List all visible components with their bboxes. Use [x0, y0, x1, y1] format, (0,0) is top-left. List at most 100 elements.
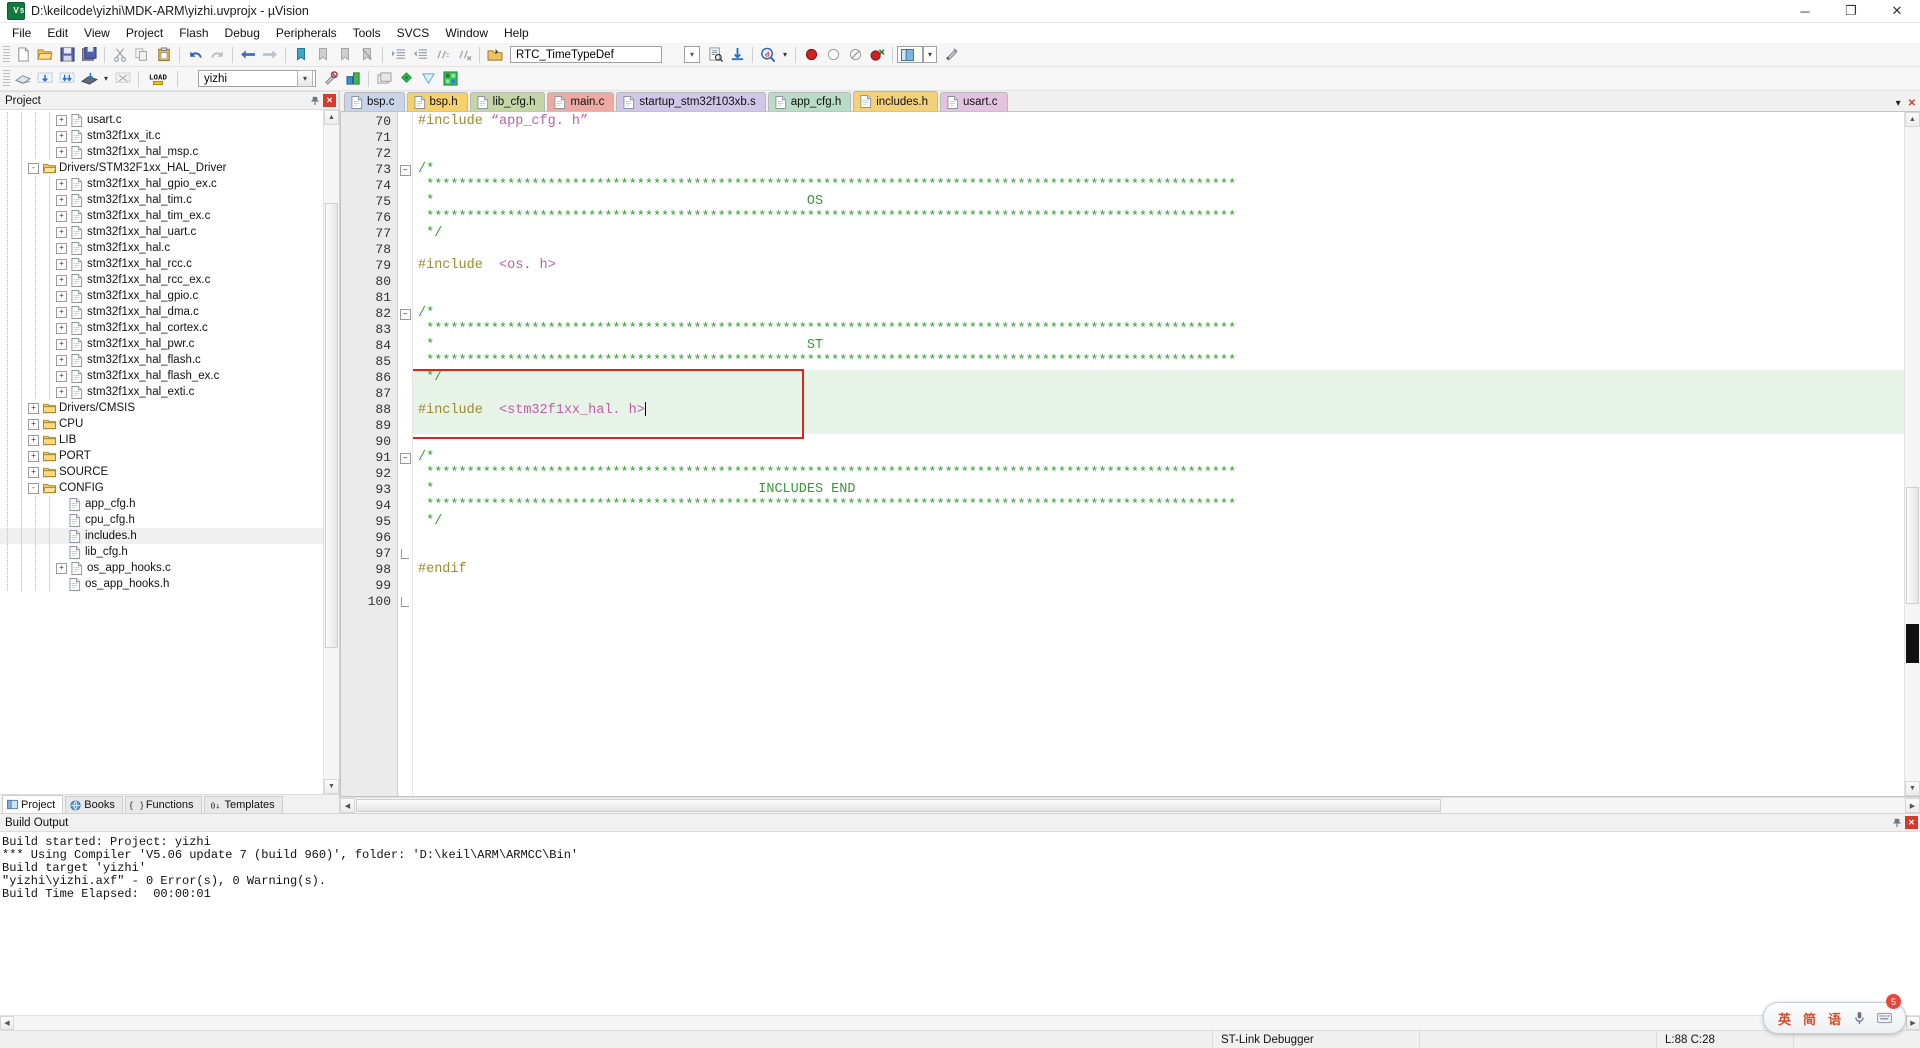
- tree-item-stm32f1xx-hal-pwr-c[interactable]: + stm32f1xx_hal_pwr.c: [0, 336, 323, 352]
- tree-item-drivers-cmsis[interactable]: + Drivers/CMSIS: [0, 400, 323, 416]
- menu-help[interactable]: Help: [496, 24, 537, 42]
- tree-item-lib-cfg-h[interactable]: lib_cfg.h: [0, 544, 323, 560]
- window-split-icon[interactable]: [373, 69, 395, 89]
- tree-item-stm32f1xx-hal-flash-c[interactable]: + stm32f1xx_hal_flash.c: [0, 352, 323, 368]
- symbol-search-input[interactable]: RTC_TimeTypeDef: [516, 49, 659, 61]
- tree-item-drivers-stm32f1xx-hal-driver[interactable]: - Drivers/STM32F1xx_HAL_Driver: [0, 160, 323, 176]
- redo-icon[interactable]: [206, 45, 228, 65]
- project-tree-scrollbar[interactable]: ▲ ▼: [323, 110, 339, 794]
- tree-item-source[interactable]: + SOURCE: [0, 464, 323, 480]
- save-icon[interactable]: [56, 45, 78, 65]
- chevron-down-icon[interactable]: ▾: [297, 70, 313, 87]
- tree-item-lib[interactable]: + LIB: [0, 432, 323, 448]
- tree-item-stm32f1xx-hal-gpio-ex-c[interactable]: + stm32f1xx_hal_gpio_ex.c: [0, 176, 323, 192]
- project-tab-templates[interactable]: 0↓ Templates: [203, 796, 283, 813]
- tree-item-stm32f1xx-hal-dma-c[interactable]: + stm32f1xx_hal_dma.c: [0, 304, 323, 320]
- tree-expander[interactable]: +: [56, 338, 67, 350]
- editor-scroll-left-arrow[interactable]: ◀: [340, 798, 355, 813]
- editor-tab-startup-stm32f103xb-s[interactable]: startup_stm32f103xb.s: [616, 92, 766, 111]
- build-scroll-left-arrow[interactable]: ◀: [0, 1016, 14, 1030]
- keyboard-icon[interactable]: [1874, 1008, 1895, 1029]
- build-hscroll-track[interactable]: [14, 1016, 1906, 1030]
- code-fold-bar[interactable]: − − −: [398, 112, 413, 796]
- tree-expander[interactable]: +: [56, 146, 67, 158]
- ime-key-simplified[interactable]: 简: [1799, 1008, 1820, 1029]
- load-icon[interactable]: LOAD: [143, 69, 173, 89]
- ime-key-language[interactable]: 语: [1824, 1008, 1845, 1029]
- bookmark-next-icon[interactable]: [334, 45, 356, 65]
- editor-horizontal-scrollbar[interactable]: ◀ ▶: [340, 797, 1920, 813]
- tree-item-stm32f1xx-it-c[interactable]: + stm32f1xx_it.c: [0, 128, 323, 144]
- tree-expander[interactable]: +: [56, 562, 67, 574]
- ime-key-english[interactable]: 英: [1774, 1008, 1795, 1029]
- tree-item-usart-c[interactable]: + usart.c: [0, 112, 323, 128]
- tree-expander[interactable]: +: [56, 194, 67, 206]
- breakpoint-kill-all-icon[interactable]: [866, 45, 888, 65]
- editor-tab-bsp-c[interactable]: bsp.c: [344, 92, 405, 111]
- tree-expander[interactable]: +: [28, 402, 39, 414]
- tree-expander[interactable]: +: [56, 386, 67, 398]
- tab-close-icon[interactable]: ✕: [1908, 98, 1916, 109]
- close-icon[interactable]: ✕: [1905, 816, 1918, 829]
- components-icon[interactable]: [417, 69, 439, 89]
- tree-expander[interactable]: -: [28, 482, 39, 494]
- tree-item-stm32f1xx-hal-tim-c[interactable]: + stm32f1xx_hal_tim.c: [0, 192, 323, 208]
- tree-item-stm32f1xx-hal-exti-c[interactable]: + stm32f1xx_hal_exti.c: [0, 384, 323, 400]
- project-tab-books[interactable]: Books: [65, 796, 123, 813]
- tree-expander[interactable]: +: [56, 274, 67, 286]
- editor-tab-main-c[interactable]: main.c: [547, 92, 615, 111]
- tree-expander[interactable]: +: [28, 418, 39, 430]
- target-options-icon[interactable]: [320, 69, 342, 89]
- configure-icon[interactable]: [940, 45, 962, 65]
- editor-hscroll-thumb[interactable]: [356, 799, 1441, 812]
- tree-expander[interactable]: +: [56, 130, 67, 142]
- scroll-up-arrow[interactable]: ▲: [324, 110, 339, 125]
- tree-expander[interactable]: +: [56, 354, 67, 366]
- indent-icon[interactable]: [387, 45, 409, 65]
- tree-expander[interactable]: +: [56, 226, 67, 238]
- translate-icon[interactable]: [12, 69, 34, 89]
- tree-item-stm32f1xx-hal-c[interactable]: + stm32f1xx_hal.c: [0, 240, 323, 256]
- tree-expander[interactable]: +: [56, 370, 67, 382]
- paste-icon[interactable]: [153, 45, 175, 65]
- menu-flash[interactable]: Flash: [171, 24, 216, 42]
- fold-marker[interactable]: −: [398, 450, 412, 466]
- window-layout-combo[interactable]: [897, 46, 923, 63]
- navigate-back-icon[interactable]: [237, 45, 259, 65]
- code-text-area[interactable]: #include “app_cfg. h” /* ***************…: [413, 112, 1904, 796]
- tree-expander[interactable]: +: [56, 178, 67, 190]
- menu-file[interactable]: File: [4, 24, 39, 42]
- scroll-down-arrow[interactable]: ▼: [324, 779, 339, 794]
- editor-vertical-scrollbar[interactable]: ▲ ▼: [1904, 112, 1920, 796]
- menu-window[interactable]: Window: [437, 24, 496, 42]
- insert-bookmark-icon[interactable]: [726, 45, 748, 65]
- window-layout-dropdown[interactable]: ▾: [923, 46, 937, 63]
- bookmark-prev-icon[interactable]: [312, 45, 334, 65]
- minimize-button[interactable]: ─: [1782, 0, 1828, 22]
- tree-item-stm32f1xx-hal-rcc-c[interactable]: + stm32f1xx_hal_rcc.c: [0, 256, 323, 272]
- menu-svcs[interactable]: SVCS: [389, 24, 438, 42]
- toolbar-grip[interactable]: [3, 70, 10, 87]
- microphone-icon[interactable]: [1849, 1008, 1870, 1029]
- breakpoint-icon[interactable]: [800, 45, 822, 65]
- editor-hscroll-track[interactable]: [355, 798, 1905, 813]
- project-tree[interactable]: + usart.c + stm32f1xx_it.c + stm32f1xx_hal_ms…: [0, 110, 323, 794]
- project-tab-functions[interactable]: { }Functions: [124, 796, 202, 813]
- tree-expander[interactable]: +: [28, 450, 39, 462]
- breakpoint-disable-icon[interactable]: [822, 45, 844, 65]
- bookmark-clear-icon[interactable]: [356, 45, 378, 65]
- tree-item-stm32f1xx-hal-flash-ex-c[interactable]: + stm32f1xx_hal_flash_ex.c: [0, 368, 323, 384]
- tree-item-includes-h[interactable]: includes.h: [0, 528, 323, 544]
- project-tab-project[interactable]: Project: [2, 795, 64, 813]
- editor-tab-app-cfg-h[interactable]: app_cfg.h: [767, 92, 852, 111]
- outdent-icon[interactable]: [409, 45, 431, 65]
- tree-expander[interactable]: +: [56, 114, 67, 126]
- tree-item-cpu[interactable]: + CPU: [0, 416, 323, 432]
- undo-icon[interactable]: [184, 45, 206, 65]
- tree-item-os-app-hooks-c[interactable]: + os_app_hooks.c: [0, 560, 323, 576]
- build-output-hscrollbar[interactable]: ◀ ▶: [0, 1015, 1920, 1030]
- tree-expander[interactable]: +: [56, 210, 67, 222]
- bookmark-toggle-icon[interactable]: [290, 45, 312, 65]
- tree-item-app-cfg-h[interactable]: app_cfg.h: [0, 496, 323, 512]
- tree-item-stm32f1xx-hal-gpio-c[interactable]: + stm32f1xx_hal_gpio.c: [0, 288, 323, 304]
